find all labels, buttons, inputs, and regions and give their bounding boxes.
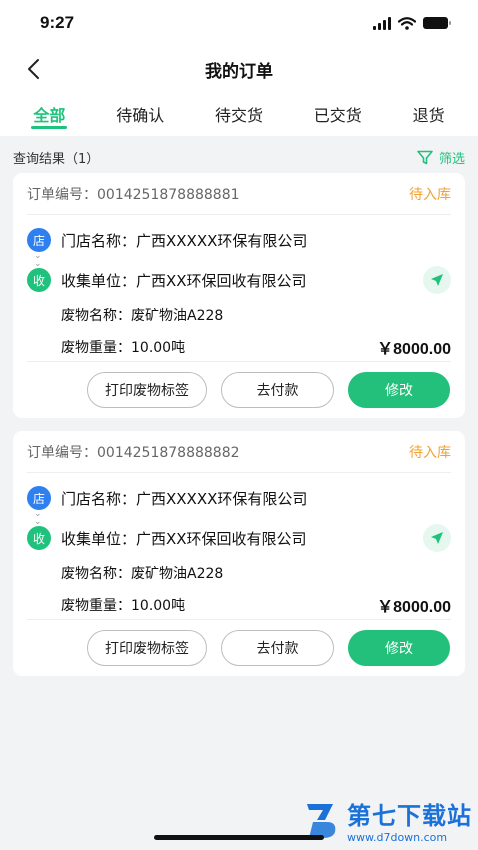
wifi-icon xyxy=(398,16,416,30)
waste-weight: 废物重量：10.00吨 xyxy=(61,340,186,356)
filter-icon xyxy=(417,150,433,164)
order-price: ￥8000.00 xyxy=(377,599,451,616)
waste-name: 废物名称：废矿物油A228 xyxy=(61,566,224,582)
navigation-arrow-icon xyxy=(431,274,443,286)
order-actions: 打印废物标签 去付款 修改 xyxy=(87,630,450,666)
tab-return[interactable]: 退货 xyxy=(407,102,451,126)
waste-name: 废物名称：废矿物油A228 xyxy=(61,308,224,324)
waste-name-row: 废物名称：废矿物油A228 xyxy=(27,299,451,331)
order-card: 订单编号：0014251878888881 待入库 店 门店名称：广西XXXXX… xyxy=(13,173,465,418)
store-row: 店 门店名称：广西XXXXX环保有限公司 xyxy=(27,483,451,513)
print-label-button[interactable]: 打印废物标签 xyxy=(87,372,207,408)
collector-name: 收集单位：广西XX环保回收有限公司 xyxy=(61,529,307,548)
watermark-title: 第七下载站 xyxy=(347,802,472,830)
result-count: 查询结果（1） xyxy=(13,151,100,167)
tab-pending-delivery[interactable]: 待交货 xyxy=(209,102,269,126)
watermark-url: www.d7down.com xyxy=(347,831,448,844)
order-tabs: 全部 待确认 待交货 已交货 退货 xyxy=(0,92,478,136)
order-card-header: 订单编号：0014251878888882 待入库 xyxy=(27,431,451,473)
filter-button[interactable]: 筛选 xyxy=(417,148,465,167)
divider xyxy=(27,361,451,362)
tab-all[interactable]: 全部 xyxy=(27,102,71,129)
order-number: 订单编号：0014251878888881 xyxy=(27,186,240,203)
collector-name: 收集单位：广西XX环保回收有限公司 xyxy=(61,271,307,290)
pay-button[interactable]: 去付款 xyxy=(221,630,334,666)
collector-row: 收 收集单位：广西XX环保回收有限公司 xyxy=(27,523,451,553)
order-status-badge: 待入库 xyxy=(409,444,451,461)
store-badge: 店 xyxy=(27,486,51,510)
store-name: 门店名称：广西XXXXX环保有限公司 xyxy=(61,231,308,250)
weight-row: 废物重量：10.00吨 ￥8000.00 xyxy=(27,589,451,621)
collect-badge: 收 xyxy=(27,268,51,292)
page-title: 我的订单 xyxy=(205,61,273,82)
filter-row: 查询结果（1） 筛选 xyxy=(0,138,478,176)
watermark: 第七下载站 www.d7down.com xyxy=(303,796,472,844)
navigate-button[interactable] xyxy=(423,266,451,294)
watermark-logo-icon xyxy=(307,804,336,838)
route-arrow: ⌄ ⌄ xyxy=(27,252,451,269)
order-actions: 打印废物标签 去付款 修改 xyxy=(87,372,450,408)
order-status-badge: 待入库 xyxy=(409,186,451,203)
divider xyxy=(27,619,451,620)
collector-row: 收 收集单位：广西XX环保回收有限公司 xyxy=(27,265,451,295)
pay-button[interactable]: 去付款 xyxy=(221,372,334,408)
signal-icon xyxy=(373,16,391,30)
watermark-text: 第七下载站 www.d7down.com xyxy=(347,796,472,844)
status-time: 9:27 xyxy=(40,13,75,32)
navigate-button[interactable] xyxy=(423,524,451,552)
nav-bar: 我的订单 xyxy=(0,46,478,92)
back-button[interactable] xyxy=(20,56,46,82)
filter-label: 筛选 xyxy=(438,151,465,167)
order-price: ￥8000.00 xyxy=(377,341,451,358)
order-card: 订单编号：0014251878888882 待入库 店 门店名称：广西XXXXX… xyxy=(13,431,465,676)
battery-icon xyxy=(423,17,451,29)
edit-button[interactable]: 修改 xyxy=(348,630,450,666)
store-badge: 店 xyxy=(27,228,51,252)
waste-weight: 废物重量：10.00吨 xyxy=(61,598,186,614)
status-bar: 9:27 xyxy=(0,0,478,46)
header: 9:27 我的订单 全部 待确认 待交货 已交货 退货 xyxy=(0,0,478,136)
collect-badge: 收 xyxy=(27,526,51,550)
navigation-arrow-icon xyxy=(431,532,443,544)
print-label-button[interactable]: 打印废物标签 xyxy=(87,630,207,666)
home-indicator[interactable] xyxy=(154,835,324,840)
weight-row: 废物重量：10.00吨 ￥8000.00 xyxy=(27,331,451,363)
order-number: 订单编号：0014251878888882 xyxy=(27,444,240,461)
store-name: 门店名称：广西XXXXX环保有限公司 xyxy=(61,489,308,508)
route-arrow: ⌄ ⌄ xyxy=(27,510,451,527)
chevron-left-icon xyxy=(28,59,39,79)
store-row: 店 门店名称：广西XXXXX环保有限公司 xyxy=(27,225,451,255)
status-icons xyxy=(373,16,451,30)
waste-name-row: 废物名称：废矿物油A228 xyxy=(27,557,451,589)
tab-pending-confirm[interactable]: 待确认 xyxy=(110,102,170,126)
tab-delivered[interactable]: 已交货 xyxy=(308,102,368,126)
order-card-header: 订单编号：0014251878888881 待入库 xyxy=(27,173,451,215)
edit-button[interactable]: 修改 xyxy=(348,372,450,408)
